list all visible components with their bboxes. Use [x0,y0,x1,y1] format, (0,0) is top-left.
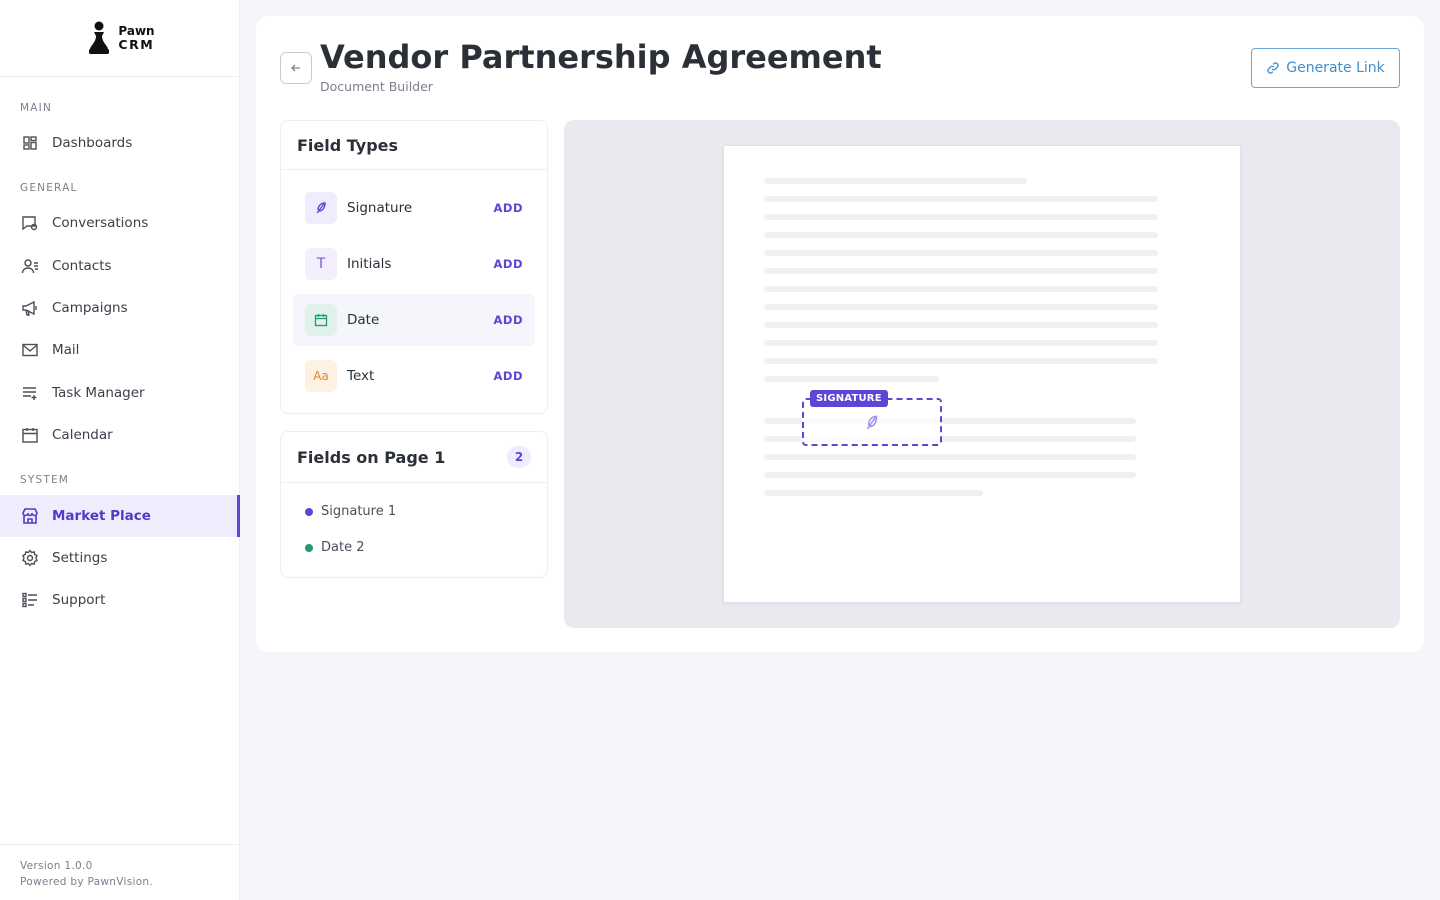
megaphone-icon [20,298,40,318]
text-format-icon: Aa [305,360,337,392]
generate-link-label: Generate Link [1286,60,1385,76]
page-field-item[interactable]: Date 2 [305,540,364,555]
nav-section-general: GENERAL [20,182,78,194]
sidebar-item-label: Calendar [52,427,113,443]
sidebar-item-label: Contacts [52,258,112,274]
brand-name: Pawn CRM [118,25,155,52]
placeholder-line [764,376,939,382]
document-page[interactable]: SIGNATURE [723,145,1241,603]
add-signature-button[interactable]: ADD [494,201,524,215]
contacts-icon [20,256,40,276]
document-canvas[interactable]: SIGNATURE [564,120,1400,628]
sidebar-item-market-place[interactable]: Market Place [0,495,240,537]
placeholder-line [764,268,1158,274]
sidebar-item-label: Market Place [52,508,151,524]
placeholder-line [764,340,1158,346]
page-fields-header: Fields on Page 1 2 [281,432,547,483]
field-type-label: Initials [347,256,392,272]
grid-icon [20,133,40,153]
sidebar-item-label: Settings [52,550,108,566]
page-field-item[interactable]: Signature 1 [305,504,396,519]
placeholder-line [764,214,1158,220]
generate-link-button[interactable]: Generate Link [1251,48,1400,88]
sidebar-item-label: Conversations [52,215,149,231]
field-type-label: Date [347,312,380,328]
brand-logo[interactable]: Pawn CRM [0,0,239,77]
feather-icon [866,415,878,430]
placeholder-line [764,454,1136,460]
sidebar-item-conversations[interactable]: Conversations [0,202,240,244]
placeholder-line [764,472,1136,478]
page-title: Vendor Partnership Agreement [320,38,882,76]
placeholder-line [764,322,1158,328]
placeholder-line [764,286,1158,292]
field-type-date[interactable]: Date ADD [293,294,535,346]
gear-icon [20,548,40,568]
field-type-label: Text [347,368,375,384]
field-types-panel: Field Types Signature ADD T Initials ADD… [280,120,548,414]
placeholder-line [764,232,1158,238]
nav-section-main: MAIN [20,102,52,114]
sidebar-item-campaigns[interactable]: Campaigns [0,287,240,329]
store-icon [20,506,40,526]
field-type-text[interactable]: Aa Text ADD [293,350,535,402]
document-builder-card: Vendor Partnership Agreement Document Bu… [256,16,1424,652]
sidebar-item-label: Dashboards [52,135,133,151]
field-type-signature[interactable]: Signature ADD [293,182,535,234]
page-field-label: Date 2 [321,540,365,555]
add-date-button[interactable]: ADD [494,313,524,327]
powered-by-text: Powered by PawnVision. [20,876,154,888]
placeholder-line [764,490,983,496]
sidebar-item-support[interactable]: Support [0,579,240,621]
sidebar: Pawn CRM MAIN Dashboards GENERAL Convers… [0,0,240,900]
sidebar-item-label: Support [52,592,106,608]
placeholder-line [764,178,1027,184]
sidebar-item-task-manager[interactable]: Task Manager [0,372,240,414]
sidebar-item-label: Campaigns [52,300,128,316]
sidebar-item-mail[interactable]: Mail [0,329,240,371]
nav-section-system: SYSTEM [20,474,70,486]
field-count-badge: 2 [507,446,531,468]
sidebar-item-calendar[interactable]: Calendar [0,414,240,456]
calendar-icon [305,304,337,336]
signature-dot-icon [305,507,313,516]
pawn-logo-icon [89,21,110,54]
sidebar-item-dashboards[interactable]: Dashboards [0,122,240,164]
support-list-icon [20,590,40,610]
initials-icon: T [305,248,337,280]
signature-field-tag[interactable]: SIGNATURE [810,390,888,407]
sidebar-item-settings[interactable]: Settings [0,537,240,579]
brand-line2: CRM [118,37,155,52]
feather-icon [305,192,337,224]
field-type-initials[interactable]: T Initials ADD [293,238,535,290]
version-text: Version 1.0.0 [20,860,93,872]
page-fields-panel: Fields on Page 1 2 Signature 1 Date 2 [280,431,548,578]
sidebar-item-label: Mail [52,342,80,358]
page-field-label: Signature 1 [321,504,397,519]
sidebar-item-contacts[interactable]: Contacts [0,245,240,287]
field-types-title: Field Types [297,135,399,155]
calendar-icon [20,425,40,445]
add-initials-button[interactable]: ADD [494,257,524,271]
placeholder-line [764,196,1158,202]
chat-icon [20,213,40,233]
arrow-left-icon [291,64,300,72]
placeholder-line [764,304,1158,310]
field-type-label: Signature [347,200,413,216]
placeholder-line [764,250,1158,256]
link-icon [1267,62,1279,74]
back-button[interactable] [280,52,312,84]
field-types-header: Field Types [281,121,547,170]
sidebar-item-label: Task Manager [52,385,145,401]
page-subtitle: Document Builder [320,79,433,94]
date-dot-icon [305,543,313,552]
task-list-icon [20,383,40,403]
sidebar-footer: Version 1.0.0 Powered by PawnVision. [0,844,240,900]
placeholder-line [764,358,1158,364]
add-text-button[interactable]: ADD [494,369,524,383]
mail-icon [20,340,40,360]
page-fields-title: Fields on Page 1 [297,447,446,467]
